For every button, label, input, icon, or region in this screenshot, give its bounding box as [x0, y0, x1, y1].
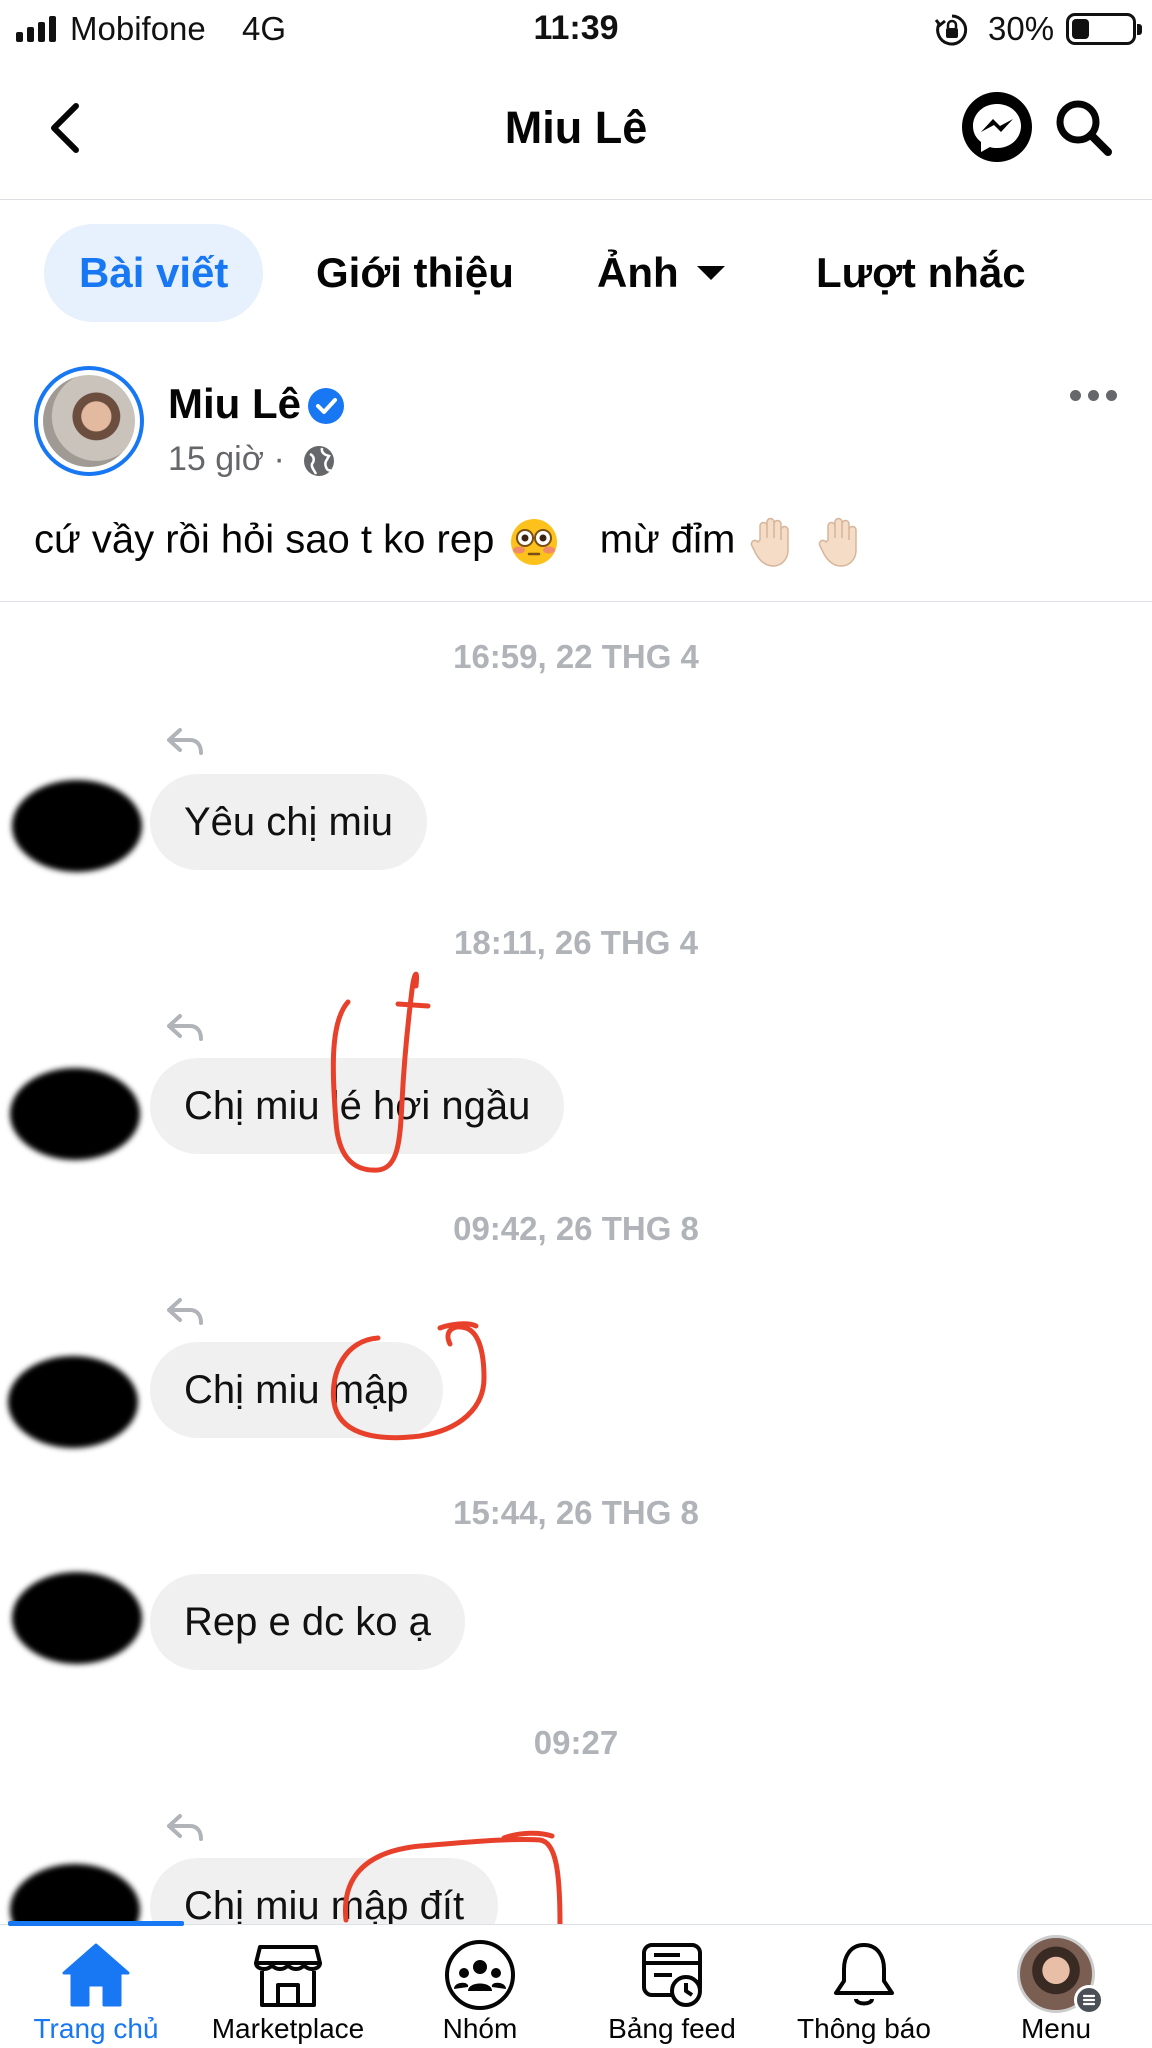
raised-hand-emoji [751, 517, 790, 567]
nav-groups[interactable]: Nhóm [384, 1925, 576, 2048]
profile-tabs: Bài viết Giới thiệu Ảnh Lượt nhắc [0, 200, 1152, 344]
post-image-chat-screenshot[interactable]: 16:59, 22 THG 4 Yêu chị miu 18:11, 26 TH… [0, 602, 1152, 1924]
status-bar: Mobifone 4G 11:39 30% [0, 0, 1152, 58]
tab-label: Lượt nhắc [816, 249, 1026, 296]
nav-marketplace[interactable]: Marketplace [192, 1925, 384, 2048]
tab-label: Giới thiệu [316, 249, 514, 296]
battery-icon [1066, 13, 1142, 45]
search-icon[interactable] [1050, 94, 1116, 160]
home-icon [62, 1943, 130, 2007]
menu-icon [1074, 1985, 1104, 2015]
feed-icon [642, 1943, 702, 2007]
battery-fill [1072, 19, 1089, 39]
more-options-button[interactable] [1070, 380, 1122, 410]
tab-label: Ảnh [597, 249, 679, 296]
groups-icon [445, 1940, 515, 2010]
marketplace-icon [254, 1945, 322, 2007]
nav-feeds[interactable]: Bảng feed [576, 1925, 768, 2048]
back-icon[interactable] [40, 98, 90, 158]
post-timestamp[interactable]: 15 giờ · [168, 440, 285, 479]
nav-label: Thông báo [797, 2013, 931, 2044]
tab-photos[interactable]: Ảnh [597, 224, 725, 322]
tab-about[interactable]: Giới thiệu [316, 224, 514, 322]
post-author-name[interactable]: Miu Lê [168, 380, 301, 428]
post-text: cứ vầy rồi hỏi sao t ko rep mừ đỉm [34, 516, 870, 568]
flushed-face-emoji [511, 519, 558, 565]
profile-header: Miu Lê [0, 58, 1152, 200]
raised-hand-emoji [818, 517, 857, 567]
nav-label: Trang chủ [33, 2013, 159, 2044]
nav-label: Bảng feed [608, 2013, 736, 2044]
globe-icon [304, 446, 334, 476]
post-text-part: cứ vầy rồi hỏi sao t ko rep [34, 517, 495, 562]
tab-mentions[interactable]: Lượt nhắc [816, 224, 1026, 322]
author-avatar[interactable] [34, 366, 144, 476]
tab-posts[interactable]: Bài viết [44, 224, 264, 322]
avatar-photo [43, 375, 135, 467]
nav-menu[interactable]: Menu [960, 1925, 1152, 2048]
battery-percent: 30% [988, 10, 1055, 47]
tab-label: Bài viết [79, 249, 229, 296]
messenger-button[interactable] [962, 92, 1032, 162]
post-text-part: mừ đỉm [599, 517, 736, 562]
orientation-lock-icon [934, 14, 968, 46]
caret-down-icon [696, 265, 725, 280]
verified-badge-icon [308, 388, 344, 424]
red-circle-annotations [330, 971, 563, 1924]
nav-label: Marketplace [211, 2013, 365, 2044]
bell-icon [834, 1943, 894, 2006]
clock: 11:39 [533, 9, 619, 47]
nav-home[interactable]: Trang chủ [0, 1925, 192, 2048]
nav-notifications[interactable]: Thông báo [768, 1925, 960, 2048]
nav-label: Menu [1020, 2013, 1092, 2044]
messenger-icon [973, 104, 1021, 152]
nav-label: Nhóm [442, 2013, 518, 2044]
bottom-navigation: Trang chủ Marketplace Nhóm Bảng feed Thô… [0, 1921, 1152, 2048]
